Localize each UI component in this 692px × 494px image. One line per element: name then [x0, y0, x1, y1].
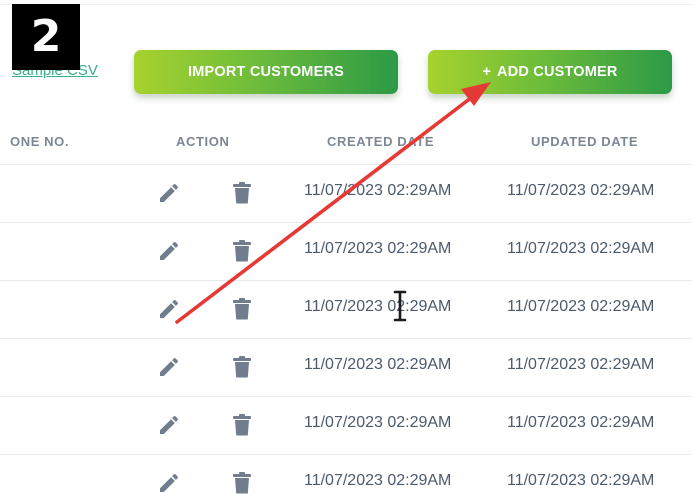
- edit-button[interactable]: [156, 470, 182, 494]
- edit-button[interactable]: [156, 412, 182, 438]
- trash-icon: [233, 472, 251, 494]
- header-phone-no[interactable]: ONE NO.: [10, 134, 69, 149]
- pencil-icon: [160, 183, 179, 202]
- delete-button[interactable]: [229, 354, 255, 380]
- trash-icon: [233, 240, 251, 262]
- edit-button[interactable]: [156, 354, 182, 380]
- created-date-cell: 11/07/2023 02:29AM: [304, 240, 452, 257]
- trash-icon: [233, 356, 251, 378]
- delete-button[interactable]: [229, 180, 255, 206]
- delete-button[interactable]: [229, 238, 255, 264]
- updated-date-cell: 11/07/2023 02:29AM: [507, 240, 655, 257]
- delete-button[interactable]: [229, 296, 255, 322]
- import-customers-button[interactable]: IMPORT CUSTOMERS: [134, 50, 398, 94]
- updated-date-cell: 11/07/2023 02:29AM: [507, 414, 655, 431]
- created-date-cell: 11/07/2023 02:29AM: [304, 298, 452, 315]
- trash-icon: [233, 182, 251, 204]
- trash-icon: [233, 414, 251, 436]
- table-row: 11/07/2023 02:29AM 11/07/2023 02:29AM: [0, 396, 692, 455]
- updated-date-cell: 11/07/2023 02:29AM: [507, 472, 655, 489]
- header-created-date[interactable]: CREATED DATE: [327, 134, 434, 149]
- created-date-cell: 11/07/2023 02:29AM: [304, 414, 452, 431]
- add-customer-button[interactable]: + ADD CUSTOMER: [428, 50, 672, 94]
- screenshot-stage: Sample CSV 2 IMPORT CUSTOMERS + ADD CUST…: [0, 0, 692, 494]
- updated-date-cell: 11/07/2023 02:29AM: [507, 298, 655, 315]
- created-date-cell: 11/07/2023 02:29AM: [304, 356, 452, 373]
- table-header: ONE NO. ACTION CREATED DATE UPDATED DATE: [0, 128, 692, 156]
- add-customer-label: ADD CUSTOMER: [497, 64, 618, 80]
- edit-button[interactable]: [156, 296, 182, 322]
- delete-button[interactable]: [229, 470, 255, 494]
- created-date-cell: 11/07/2023 02:29AM: [304, 182, 452, 199]
- plus-icon: +: [482, 64, 492, 80]
- updated-date-cell: 11/07/2023 02:29AM: [507, 182, 655, 199]
- table-row: 11/07/2023 02:29AM 11/07/2023 02:29AM: [0, 222, 692, 281]
- pencil-icon: [160, 299, 179, 318]
- pencil-icon: [160, 357, 179, 376]
- pencil-icon: [160, 241, 179, 260]
- table-row: 11/07/2023 02:29AM 11/07/2023 02:29AM: [0, 280, 692, 339]
- delete-button[interactable]: [229, 412, 255, 438]
- import-customers-label: IMPORT CUSTOMERS: [188, 64, 344, 80]
- updated-date-cell: 11/07/2023 02:29AM: [507, 356, 655, 373]
- text-cursor-icon: [392, 290, 408, 322]
- trash-icon: [233, 298, 251, 320]
- table-row: 11/07/2023 02:29AM 11/07/2023 02:29AM: [0, 164, 692, 223]
- pencil-icon: [160, 415, 179, 434]
- table-row: 11/07/2023 02:29AM 11/07/2023 02:29AM: [0, 338, 692, 397]
- table-row: 11/07/2023 02:29AM 11/07/2023 02:29AM: [0, 454, 692, 494]
- header-action: ACTION: [176, 134, 230, 149]
- pencil-icon: [160, 473, 179, 492]
- edit-button[interactable]: [156, 238, 182, 264]
- top-divider: [0, 4, 692, 5]
- header-updated-date[interactable]: UPDATED DATE: [531, 134, 638, 149]
- created-date-cell: 11/07/2023 02:29AM: [304, 472, 452, 489]
- edit-button[interactable]: [156, 180, 182, 206]
- step-number-badge: 2: [12, 4, 80, 70]
